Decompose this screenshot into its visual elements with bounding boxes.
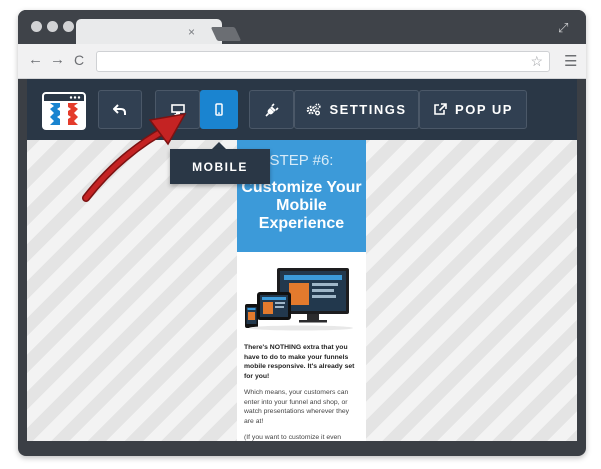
expand-icon[interactable]: ⤢ (558, 20, 568, 36)
window-maximize-dot[interactable] (63, 21, 74, 32)
tab-close-icon[interactable]: × (188, 26, 195, 38)
mobile-icon (215, 103, 223, 116)
popup-button[interactable]: POP UP (419, 90, 527, 129)
preview-paragraph-1: There's NOTHING extra that you have to d… (244, 344, 355, 380)
window-close-dot[interactable] (31, 21, 42, 32)
window-minimize-dot[interactable] (47, 21, 58, 32)
url-input[interactable]: ☆ (96, 51, 550, 72)
preview-paragraph-3: (If you want to customize it even furthe… (244, 434, 342, 441)
gears-icon (307, 103, 322, 116)
red-pointer-arrow-icon (82, 112, 187, 202)
browser-menu-icon[interactable]: ☰ (564, 52, 577, 70)
back-arrow-icon[interactable]: ← (28, 52, 43, 68)
address-bar-row: ← → C ☆ ☰ (18, 44, 586, 79)
preview-body-text: There's NOTHING extra that you have to d… (244, 343, 360, 441)
forward-arrow-icon[interactable]: → (50, 52, 65, 68)
clickfunnels-logo (42, 92, 86, 130)
popup-label: POP UP (455, 102, 513, 117)
mobile-view-button[interactable] (200, 90, 238, 129)
title-bar: × ⤢ (18, 10, 586, 44)
browser-tab[interactable] (76, 19, 222, 44)
bookmark-star-icon[interactable]: ☆ (530, 53, 543, 70)
plug-icon (264, 102, 279, 117)
devices-image (245, 268, 353, 331)
external-link-icon (434, 103, 447, 115)
new-tab-button[interactable] (210, 27, 242, 41)
tooltip-pointer (212, 142, 226, 149)
reload-icon[interactable]: C (74, 52, 84, 68)
hero-headline: Customize Your Mobile Experience (241, 179, 362, 232)
mobile-preview: STEP #6: Customize Your Mobile Experienc… (237, 140, 366, 441)
settings-button[interactable]: SETTINGS (294, 90, 419, 129)
browser-window: × ⤢ ← → C ☆ ☰ SETTINGS POP UP STEP #6: C… (18, 10, 586, 456)
integrations-button[interactable] (249, 90, 294, 129)
settings-label: SETTINGS (329, 102, 407, 117)
preview-paragraph-2: Which means, your customers can enter in… (244, 389, 350, 425)
